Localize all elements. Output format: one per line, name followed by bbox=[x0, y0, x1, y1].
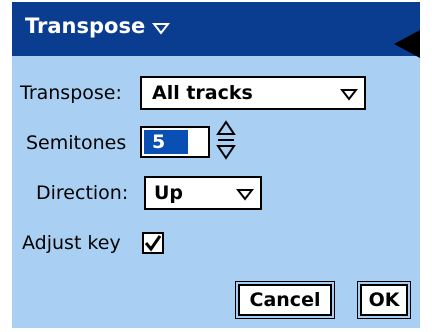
left-arrow-icon bbox=[394, 30, 420, 58]
checkmark-icon bbox=[144, 235, 162, 252]
adjust-key-checkbox[interactable] bbox=[142, 232, 164, 254]
transpose-select[interactable]: All tracks bbox=[140, 76, 366, 110]
chevron-down-icon bbox=[236, 189, 254, 201]
direction-select-value: Up bbox=[154, 182, 184, 204]
transpose-dialog: Transpose Transpose: All tracks Semitone… bbox=[12, 2, 420, 328]
dialog-title: Transpose bbox=[25, 14, 146, 38]
ok-button[interactable]: OK bbox=[357, 281, 411, 319]
title-menu-chevron-icon[interactable] bbox=[152, 22, 170, 36]
transpose-select-value: All tracks bbox=[152, 82, 253, 104]
direction-select[interactable]: Up bbox=[144, 176, 262, 210]
cancel-button[interactable]: Cancel bbox=[235, 281, 335, 319]
semitones-label: Semitones bbox=[26, 132, 127, 154]
semitones-input[interactable]: 5 bbox=[140, 126, 210, 158]
dialog-title-bar[interactable]: Transpose bbox=[12, 2, 420, 58]
chevron-down-icon bbox=[340, 89, 358, 101]
adjust-key-label: Adjust key bbox=[22, 232, 121, 254]
up-down-stepper-icon[interactable] bbox=[216, 120, 236, 164]
direction-label: Direction: bbox=[36, 182, 129, 204]
semitones-value: 5 bbox=[144, 130, 188, 154]
transpose-label: Transpose: bbox=[20, 82, 122, 104]
